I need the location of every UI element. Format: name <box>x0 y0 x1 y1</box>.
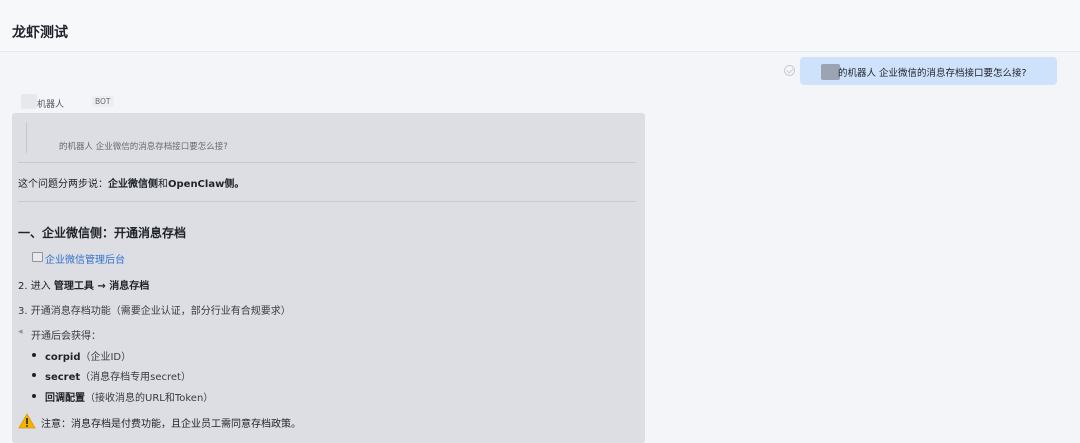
intro-prefix: 这个问题分两步说： <box>18 179 108 190</box>
intro-part2: OpenClaw侧 <box>168 179 235 190</box>
quote-bar <box>26 123 27 153</box>
bullet-dot <box>32 394 36 398</box>
bot-avatar[interactable] <box>21 94 37 109</box>
step-2: 2. 进入 管理工具 → 消息存档 <box>18 277 149 292</box>
bullet-item: 回调配置（接收消息的URL和Token） <box>45 389 213 404</box>
user-message-bubble[interactable]: 的机器人 企业微信的消息存档接口要怎么接? <box>800 57 1057 85</box>
bullet-dot <box>32 373 36 377</box>
user-message-text: 的机器人 企业微信的消息存档接口要怎么接? <box>838 68 1027 79</box>
step-3: 3. 开通消息存档功能（需要企业认证，部分行业有合规要求） <box>18 306 291 317</box>
chat-title: 龙虾测试 <box>12 25 68 41</box>
step2-prefix: 2. 进入 <box>18 281 54 292</box>
bullet-term: 回调配置 <box>45 393 85 404</box>
bullet-term: corpid <box>45 352 81 363</box>
intro-end: 。 <box>234 179 245 190</box>
intro-part1: 企业微信侧 <box>108 179 158 190</box>
warning-icon <box>18 413 36 429</box>
bullet-desc: （企业ID） <box>80 352 132 363</box>
bot-name[interactable]: 机器人 <box>37 97 64 110</box>
bullet-term: secret <box>45 372 81 383</box>
reply-intro: 这个问题分两步说：企业微信侧和OpenClaw侧。 <box>18 175 244 190</box>
quoted-message: 的机器人 企业微信的消息存档接口要怎么接? <box>59 142 228 152</box>
step-4: 开通后会获得： <box>31 331 101 342</box>
bullet-desc: （接收消息的URL和Token） <box>85 393 214 404</box>
bullet-desc: （消息存档专用secret） <box>80 372 191 383</box>
admin-console-link[interactable]: 企业微信管理后台 <box>45 251 125 266</box>
section-heading: 一、企业微信侧：开通消息存档 <box>18 226 187 240</box>
chat-header: 龙虾测试 <box>0 0 1080 52</box>
user-message-row: 的机器人 企业微信的消息存档接口要怎么接? <box>780 57 1080 85</box>
bullet-item: corpid（企业ID） <box>45 348 131 363</box>
step2-path: 管理工具 → 消息存档 <box>53 281 150 292</box>
bullet-item: secret（消息存档专用secret） <box>45 368 191 383</box>
bot-badge: BOT <box>92 96 114 107</box>
warning-text: 注意：消息存档是付费功能，且企业员工需同意存档政策。 <box>41 419 301 430</box>
bullet-dot <box>32 353 36 357</box>
document-icon <box>32 252 43 262</box>
read-status-icon <box>784 65 795 76</box>
divider <box>18 201 636 202</box>
intro-and: 和 <box>158 179 168 190</box>
divider <box>18 162 636 163</box>
pin-icon: ◂ <box>18 327 23 337</box>
